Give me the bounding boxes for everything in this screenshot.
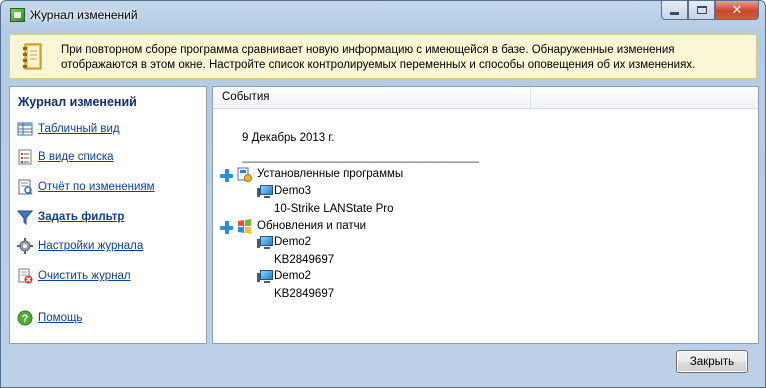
sidebar-item-help[interactable]: ? Помощь xyxy=(17,309,82,327)
event-date: 9 Декабрь 2013 г. xyxy=(242,132,335,144)
group-installed-programs[interactable]: Установленные программы xyxy=(257,168,403,180)
sidebar: Журнал изменений Табличный вид В виде сп… xyxy=(9,86,207,344)
clear-log-icon xyxy=(18,268,33,284)
sidebar-item-filter[interactable]: Задать фильтр xyxy=(17,208,124,226)
svg-text:?: ? xyxy=(22,313,29,325)
info-line-2: отображаются в этом окне. Настройте спис… xyxy=(61,59,696,71)
computer-name[interactable]: Demo2 xyxy=(274,270,311,282)
gear-icon xyxy=(17,238,33,254)
sidebar-item-label[interactable]: Настройки журнала xyxy=(38,240,143,252)
sidebar-item-label[interactable]: Задать фильтр xyxy=(38,211,124,223)
computer-name[interactable]: Demo3 xyxy=(274,185,311,197)
info-text: При повторном сборе программа сравнивает… xyxy=(61,43,695,73)
events-panel: События 9 Декабрь 2013 г. ______________… xyxy=(212,86,759,344)
sidebar-item-label[interactable]: В виде списка xyxy=(38,151,114,163)
change-detail: KB2849697 xyxy=(274,288,335,300)
change-log-window: Журнал изменений ✕ При повторном сборе п… xyxy=(0,0,766,388)
close-window-button[interactable]: ✕ xyxy=(715,1,759,20)
sidebar-item-label[interactable]: Отчёт по изменениям xyxy=(38,181,155,193)
sidebar-item-label[interactable]: Табличный вид xyxy=(38,123,120,135)
minimize-icon xyxy=(670,11,679,15)
sidebar-item-settings[interactable]: Настройки журнала xyxy=(17,237,143,255)
date-separator: _____________________________________ xyxy=(242,151,479,163)
sidebar-item-report[interactable]: Отчёт по изменениям xyxy=(17,178,155,196)
sidebar-item-table-view[interactable]: Табличный вид xyxy=(17,120,120,138)
events-tree: 9 Декабрь 2013 г. ______________________… xyxy=(213,109,758,343)
events-column-header: События xyxy=(213,87,758,109)
report-icon xyxy=(18,179,33,195)
filter-icon xyxy=(17,210,33,225)
sidebar-item-label[interactable]: Помощь xyxy=(38,312,82,324)
minimize-button[interactable] xyxy=(661,1,688,20)
window-controls: ✕ xyxy=(661,1,759,20)
expand-icon[interactable] xyxy=(220,221,233,234)
maximize-icon xyxy=(696,6,707,14)
group-updates-patches[interactable]: Обновления и патчи xyxy=(257,220,366,232)
computer-icon xyxy=(257,185,273,199)
maximize-button[interactable] xyxy=(688,1,715,20)
log-book-icon xyxy=(23,43,42,70)
sidebar-title: Журнал изменений xyxy=(18,95,137,109)
close-icon: ✕ xyxy=(731,2,743,17)
computer-icon xyxy=(257,236,273,250)
window-title: Журнал изменений xyxy=(30,8,138,22)
sidebar-item-label[interactable]: Очистить журнал xyxy=(38,270,131,282)
close-button[interactable]: Закрыть xyxy=(676,350,748,373)
sidebar-item-list-view[interactable]: В виде списка xyxy=(17,148,114,166)
change-detail: 10-Strike LANState Pro xyxy=(274,203,394,215)
installed-programs-icon xyxy=(237,167,252,182)
computer-name[interactable]: Demo2 xyxy=(274,236,311,248)
list-view-icon xyxy=(18,149,32,165)
app-icon xyxy=(10,8,25,22)
expand-icon[interactable] xyxy=(220,169,233,182)
change-detail: KB2849697 xyxy=(274,254,335,266)
help-icon: ? xyxy=(17,310,33,326)
column-header-events[interactable]: События xyxy=(213,87,531,108)
info-line-1: При повторном сборе программа сравнивает… xyxy=(61,44,675,56)
windows-updates-icon xyxy=(238,219,251,234)
title-bar[interactable]: Журнал изменений ✕ xyxy=(1,1,765,29)
table-view-icon xyxy=(17,122,33,136)
computer-icon xyxy=(257,270,273,284)
info-banner: При повторном сборе программа сравнивает… xyxy=(9,34,757,79)
sidebar-item-clear[interactable]: Очистить журнал xyxy=(17,267,131,285)
